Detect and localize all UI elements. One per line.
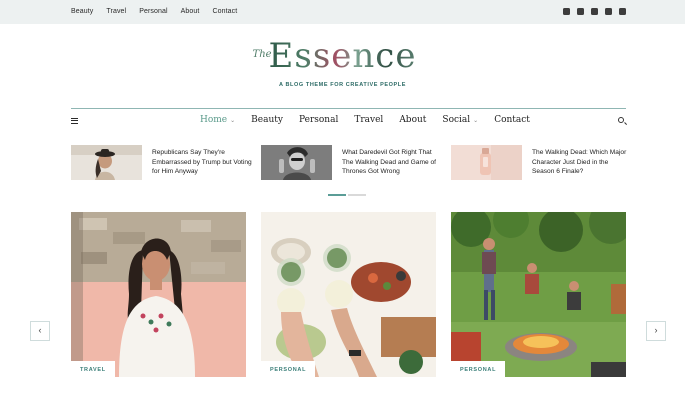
top-nav-travel[interactable]: Travel: [106, 8, 126, 15]
slider-dot-active[interactable]: [328, 194, 346, 196]
chevron-right-icon: ›: [654, 325, 658, 335]
post-category-tag[interactable]: PERSONAL: [451, 361, 506, 377]
slider-pagination: [328, 194, 368, 196]
post-card[interactable]: TRAVEL: [71, 212, 246, 377]
nav-divider-top: [71, 108, 626, 109]
post-category-tag[interactable]: PERSONAL: [261, 361, 316, 377]
carousel-next-button[interactable]: ›: [646, 321, 666, 341]
top-nav-personal[interactable]: Personal: [139, 8, 167, 15]
featured-thumbnail[interactable]: [451, 145, 522, 180]
site-tagline: A BLOG THEME FOR CREATIVE PEOPLE: [278, 82, 407, 88]
chevron-down-icon: ⌄: [473, 117, 479, 124]
slider-dot[interactable]: [348, 194, 366, 196]
main-nav: Home ⌄ Beauty Personal Travel About Socia…: [200, 115, 546, 125]
chevron-left-icon: ‹: [38, 325, 42, 335]
main-nav-personal[interactable]: Personal: [299, 115, 338, 125]
post-card-image: [451, 212, 626, 377]
menu-icon[interactable]: [71, 118, 78, 124]
main-nav-about[interactable]: About: [399, 115, 426, 125]
featured-thumbnail[interactable]: [261, 145, 332, 180]
main-nav-contact[interactable]: Contact: [494, 115, 530, 125]
featured-title[interactable]: The Walking Dead: Which Major Character …: [532, 148, 632, 181]
twitter-icon[interactable]: [563, 8, 570, 15]
logo-the: The: [252, 49, 272, 60]
main-nav-home[interactable]: Home ⌄: [200, 115, 235, 125]
main-nav-social-label: Social: [442, 115, 471, 125]
top-nav-about[interactable]: About: [181, 8, 200, 15]
featured-post[interactable]: What Daredevil Got Right That The Walkin…: [261, 145, 442, 181]
post-category-tag[interactable]: TRAVEL: [71, 361, 115, 377]
top-bar: Beauty Travel Personal About Contact: [0, 0, 685, 24]
facebook-icon[interactable]: [577, 8, 584, 15]
post-card-image: [261, 212, 436, 377]
main-nav-travel[interactable]: Travel: [354, 115, 383, 125]
chevron-down-icon: ⌄: [230, 117, 236, 124]
vimeo-icon[interactable]: [605, 8, 612, 15]
main-nav-beauty[interactable]: Beauty: [251, 115, 283, 125]
main-nav-social[interactable]: Social ⌄: [442, 115, 478, 125]
post-card-image: [71, 212, 246, 377]
featured-thumbnail[interactable]: [71, 145, 142, 180]
post-card[interactable]: PERSONAL: [451, 212, 626, 377]
featured-title[interactable]: Republicans Say They're Embarrassed by T…: [152, 148, 252, 181]
social-links: [556, 8, 626, 15]
site-logo[interactable]: The Essence: [0, 36, 685, 76]
top-nav-contact[interactable]: Contact: [212, 8, 237, 15]
instagram-icon[interactable]: [591, 8, 598, 15]
featured-title[interactable]: What Daredevil Got Right That The Walkin…: [342, 148, 442, 181]
pinterest-icon[interactable]: [619, 8, 626, 15]
logo-title: Essence: [268, 36, 417, 76]
top-nav-beauty[interactable]: Beauty: [71, 8, 93, 15]
search-icon[interactable]: [618, 117, 624, 123]
top-nav: Beauty Travel Personal About Contact: [71, 8, 250, 15]
main-nav-home-label: Home: [200, 115, 228, 125]
featured-post[interactable]: Republicans Say They're Embarrassed by T…: [71, 145, 252, 181]
featured-post[interactable]: The Walking Dead: Which Major Character …: [451, 145, 632, 181]
carousel-prev-button[interactable]: ‹: [30, 321, 50, 341]
post-card[interactable]: PERSONAL: [261, 212, 436, 377]
